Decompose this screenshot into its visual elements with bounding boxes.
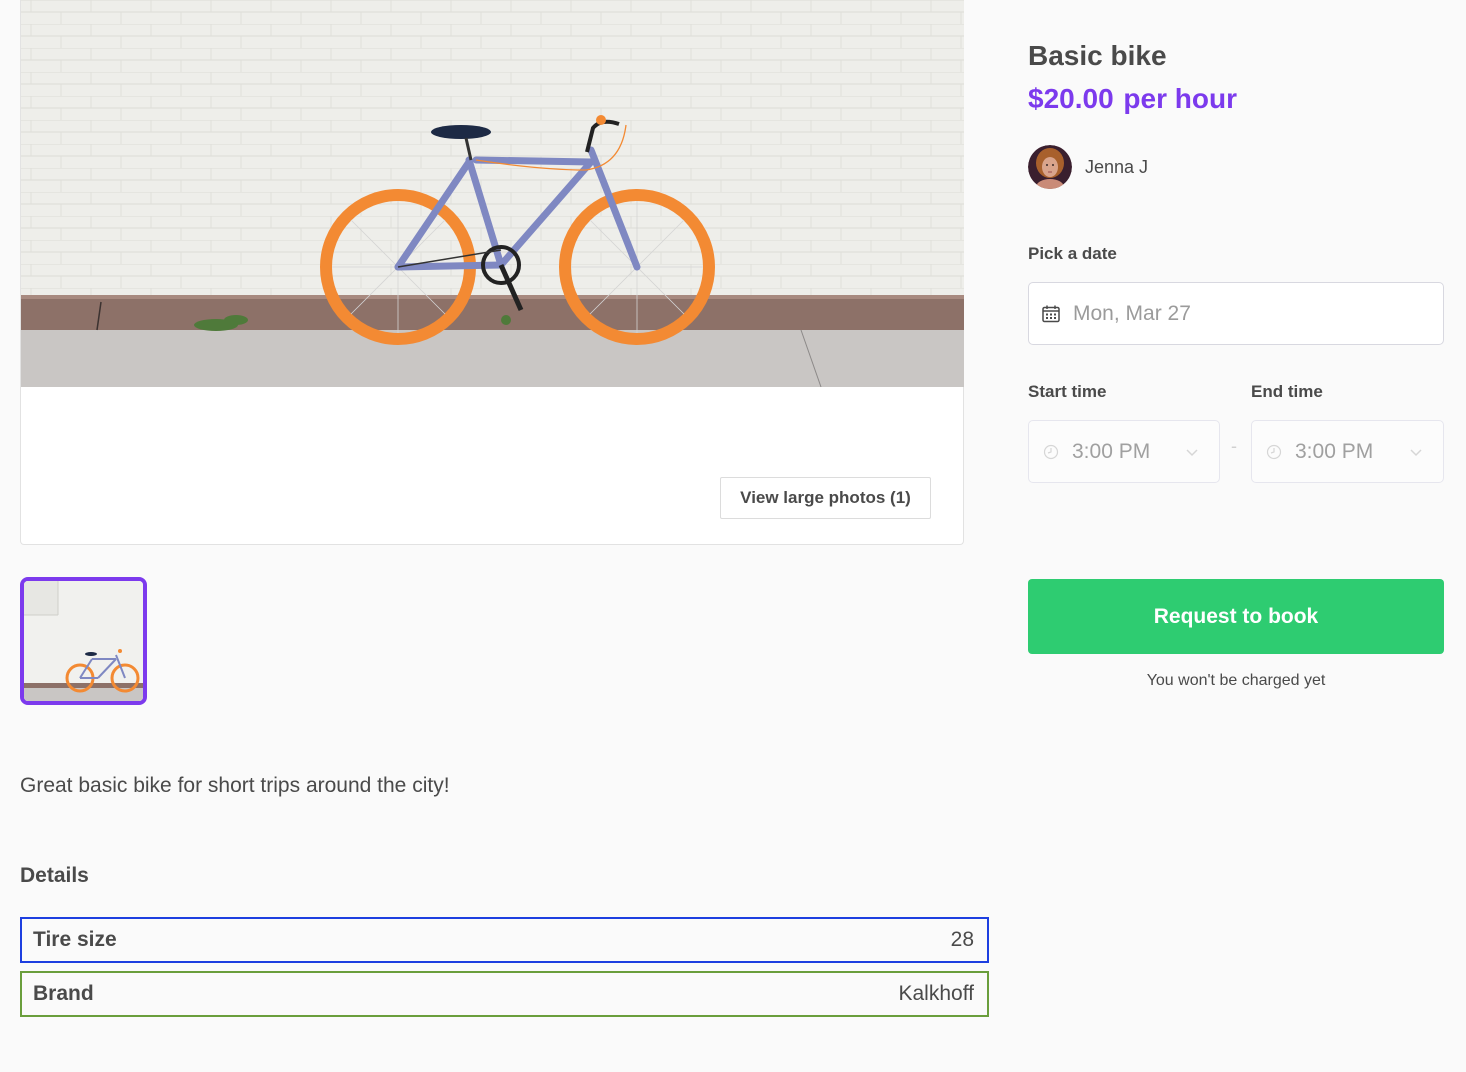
clock-icon — [1266, 444, 1282, 459]
image-carousel: View large photos (1) — [20, 0, 964, 545]
date-picker-input[interactable]: Mon, Mar 27 — [1028, 282, 1444, 345]
detail-label: Tire size — [33, 928, 117, 951]
details-heading: Details — [20, 864, 89, 887]
start-time-select[interactable]: 3:00 PM — [1028, 420, 1220, 483]
author-name: Jenna J — [1085, 156, 1149, 177]
avatar — [1028, 145, 1072, 189]
detail-label: Brand — [33, 982, 94, 1005]
start-time-value: 3:00 PM — [1072, 439, 1151, 463]
calendar-icon — [1042, 305, 1060, 322]
request-to-book-button[interactable]: Request to book — [1028, 579, 1444, 654]
date-value: Mon, Mar 27 — [1073, 301, 1191, 325]
listing-description: Great basic bike for short trips around … — [20, 774, 450, 797]
detail-value: 28 — [950, 928, 974, 951]
listing-price: $20.00 per hour — [1028, 83, 1237, 115]
chevron-down-icon — [1410, 449, 1422, 457]
view-large-photos-button[interactable]: View large photos (1) — [720, 477, 931, 519]
hero-image[interactable] — [21, 0, 964, 387]
end-time-select[interactable]: 3:00 PM — [1251, 420, 1444, 483]
price-amount: $20.00 — [1028, 83, 1114, 114]
date-label: Pick a date — [1028, 244, 1117, 263]
chevron-down-icon — [1186, 449, 1198, 457]
bike-photo — [21, 0, 964, 387]
listing-title: Basic bike — [1028, 40, 1167, 71]
end-time-label: End time — [1251, 382, 1323, 401]
thumbnail-selected[interactable] — [20, 577, 147, 705]
detail-row-tire-size: Tire size 28 — [20, 917, 989, 963]
end-time-value: 3:00 PM — [1295, 439, 1374, 463]
clock-icon — [1043, 444, 1059, 459]
detail-value: Kalkhoff — [898, 982, 975, 1005]
thumbnail-image — [24, 581, 143, 701]
price-unit: per hour — [1123, 83, 1237, 114]
listing-page: View large photos (1) Great basic bike f… — [0, 0, 1466, 1072]
time-separator: - — [1231, 436, 1237, 456]
author-link[interactable]: Jenna J — [1028, 145, 1148, 189]
detail-row-brand: Brand Kalkhoff — [20, 971, 989, 1017]
start-time-label: Start time — [1028, 382, 1107, 401]
charge-note: You won't be charged yet — [1146, 672, 1326, 689]
